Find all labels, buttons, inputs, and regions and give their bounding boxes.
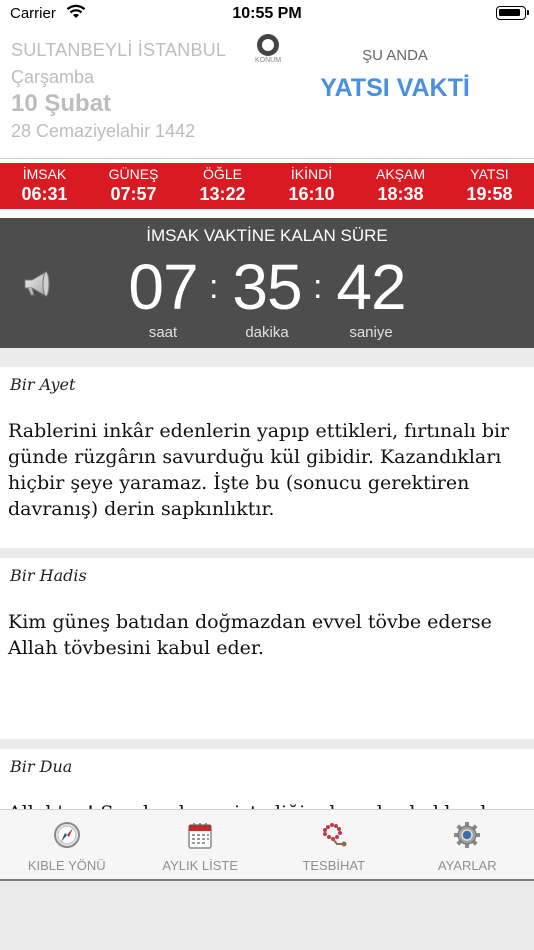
countdown-panel: İMSAK VAKTİNE KALAN SÜRE 07 : 35 : 42 sa…: [0, 218, 534, 348]
weekday: Çarşamba: [11, 67, 95, 87]
countdown-hours: 07: [128, 251, 198, 323]
tab-settings[interactable]: AYARLAR: [401, 810, 534, 879]
prayer-name: İKİNDİ: [290, 166, 333, 182]
hijri-date: 28 Cemaziyelahir 1442: [11, 121, 196, 141]
prayer-name: İMSAK: [22, 166, 67, 182]
seconds-label: saniye: [349, 324, 393, 341]
tab-tesbihat[interactable]: TESBİHAT: [267, 810, 401, 879]
prayer-time: 18:38: [377, 184, 424, 204]
now-label: ŞU ANDA: [362, 47, 428, 64]
prayer-bar-spacer: [0, 209, 534, 218]
prayer-card: Bir Dua Allah'ım! Senden hayır istediğim…: [0, 749, 534, 809]
app-screen: Carrier 10:55 PM SULTANBEYLİ İSTANBUL Ça…: [0, 0, 534, 950]
prayer-text: Allah'ım! Senden hayır istediğim konular…: [8, 800, 522, 809]
tab-label: AYARLAR: [437, 858, 497, 873]
prayer-name: AKŞAM: [375, 166, 425, 182]
tab-label: KIBLE YÖNÜ: [27, 858, 106, 873]
hadith-card-title: Bir Hadis: [10, 566, 87, 585]
countdown-seconds: 42: [336, 251, 406, 323]
hadith-card: Bir Hadis Kim güneş batıdan doğmazdan ev…: [0, 558, 534, 739]
gregorian-date: 10 Şubat: [11, 90, 112, 117]
prayer-time: 07:57: [110, 184, 157, 204]
status-bar: Carrier 10:55 PM: [0, 0, 534, 30]
minutes-label: dakika: [245, 324, 289, 341]
clock: 10:55 PM: [232, 5, 302, 22]
prayer-name: ÖĞLE: [203, 166, 242, 182]
battery-icon: [496, 6, 529, 20]
verse-card: Bir Ayet Rablerini inkâr edenlerin yapıp…: [0, 367, 534, 548]
hadith-text: Kim güneş batıdan doğmazdan evvel tövbe …: [8, 611, 492, 659]
prayer-times-bar: İMSAK 06:31 GÜNEŞ 07:57 ÖĞLE 13:22 İKİND…: [0, 163, 534, 209]
prayer-name: YATSI: [470, 166, 509, 182]
prayer-time: 16:10: [288, 184, 335, 204]
prayer-time-ogle: ÖĞLE 13:22: [178, 163, 267, 209]
location-name[interactable]: SULTANBEYLİ İSTANBUL: [11, 40, 226, 61]
gear-icon: [452, 820, 482, 850]
countdown-separator: :: [209, 268, 219, 306]
location-icon: [257, 34, 279, 56]
prayer-time-aksam: AKŞAM 18:38: [356, 163, 445, 209]
current-prayer: YATSI VAKTİ: [320, 74, 470, 102]
location-button-label: KONUM: [254, 57, 282, 64]
prayer-time-yatsi: YATSI 19:58: [445, 163, 534, 209]
location-button[interactable]: KONUM: [250, 32, 286, 68]
verse-text: Rablerini inkâr edenlerin yapıp ettikler…: [8, 420, 510, 520]
prayer-time: 13:22: [199, 184, 246, 204]
tab-label: TESBİHAT: [302, 858, 366, 873]
calendar-icon: [185, 820, 215, 850]
speaker-icon[interactable]: [22, 268, 54, 300]
countdown-title: İMSAK VAKTİNE KALAN SÜRE: [146, 226, 388, 245]
tab-bar: KIBLE YÖNÜ AYLIK LİSTE TESBİHAT AYARLAR: [0, 809, 534, 881]
prayer-time-imsak: İMSAK 06:31: [0, 163, 89, 209]
prayer-time: 19:58: [466, 184, 513, 204]
verse-card-title: Bir Ayet: [10, 375, 76, 394]
compass-icon: [52, 820, 82, 850]
countdown-separator: :: [313, 268, 323, 306]
prayer-beads-icon: [319, 820, 349, 850]
prayer-name: GÜNEŞ: [108, 166, 159, 182]
location-header: SULTANBEYLİ İSTANBUL Çarşamba 10 Şubat 2…: [0, 30, 534, 158]
hours-label: saat: [148, 324, 178, 341]
prayer-time-gunes: GÜNEŞ 07:57: [89, 163, 178, 209]
prayer-time: 06:31: [21, 184, 68, 204]
tab-monthly-list[interactable]: AYLIK LİSTE: [134, 810, 268, 879]
tab-label: AYLIK LİSTE: [162, 858, 239, 873]
countdown-minutes: 35: [232, 251, 302, 323]
tab-kible[interactable]: KIBLE YÖNÜ: [0, 810, 134, 879]
prayer-card-title: Bir Dua: [10, 757, 73, 776]
prayer-time-ikindi: İKİNDİ 16:10: [267, 163, 356, 209]
